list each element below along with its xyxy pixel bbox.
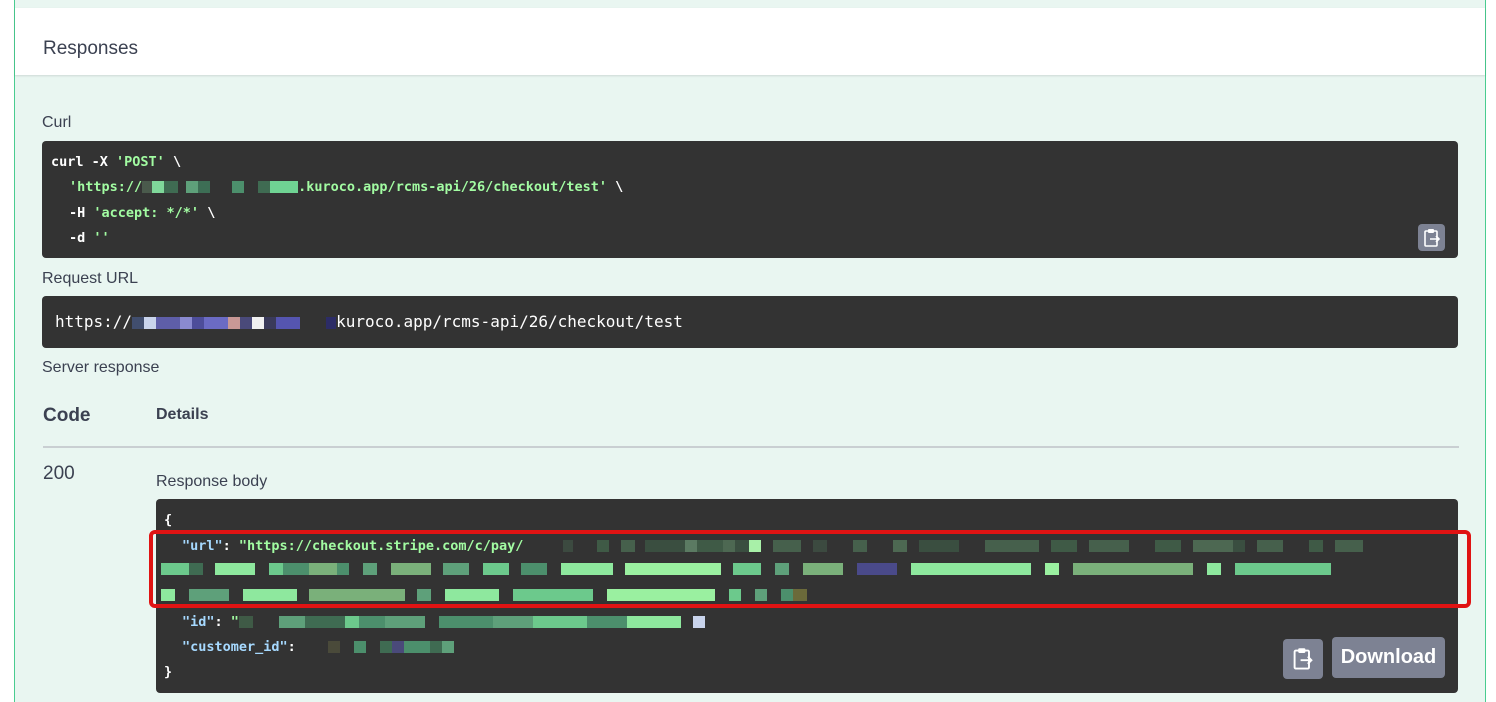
highlight-annotation-box [149,530,1471,608]
curl-header-value: 'accept: */*' [93,205,200,221]
responses-panel: Responses Curl curl -X 'POST' \ 'https:/… [14,0,1486,702]
line-continuation: \ [199,205,216,221]
curl-header-flag: -H [69,205,94,221]
copy-response-button[interactable] [1283,639,1323,679]
request-url-text: https:// kuroco.app/rcms-api/26/checkout/… [55,312,683,331]
request-url-suffix: kuroco.app/rcms-api/26/checkout/test [336,312,683,331]
curl-code-block[interactable]: curl -X 'POST' \ 'https:// .kuroco.app/rc… [42,141,1458,258]
clipboard-icon [1423,228,1440,247]
line-continuation: \ [607,179,624,195]
curl-line-4: -d '' [69,230,110,246]
response-body-label: Response body [156,473,268,490]
curl-line-1: curl -X 'POST' \ [51,154,181,170]
copy-curl-button[interactable] [1418,224,1445,251]
redacted-host [132,312,337,331]
request-url-prefix: https:// [55,312,133,331]
json-customer-line: "customer_id": [182,639,454,655]
details-column-header: Details [156,406,209,423]
curl-data-flag: -d [69,230,94,246]
curl-line-3: -H 'accept: */*' \ [69,205,215,221]
request-url-block[interactable]: https:// kuroco.app/rcms-api/26/checkout/… [42,296,1458,348]
redacted-host [142,179,299,195]
redacted-id [238,614,705,630]
curl-command: curl -X [51,154,117,170]
json-id-value: " [230,614,239,630]
json-open-brace: { [164,512,173,528]
curl-data-value: '' [93,230,110,246]
code-column-header: Code [43,405,91,426]
request-url-label: Request URL [42,270,139,287]
responses-header: Responses [15,8,1485,75]
json-close-brace: } [164,664,173,680]
server-response-label: Server response [42,359,160,376]
json-colon: : [287,639,304,655]
clipboard-icon [1293,648,1313,670]
curl-url-prefix: 'https:// [69,179,143,195]
json-colon: : [214,614,231,630]
curl-method: 'POST' [116,154,165,170]
responses-title: Responses [43,38,139,59]
table-divider [43,446,1459,448]
curl-line-2: 'https:// .kuroco.app/rcms-api/26/checkou… [69,179,623,195]
redacted-customer-id [303,639,454,655]
json-id-line: "id": " [182,614,705,630]
json-customer-key: "customer_id" [182,639,288,655]
line-continuation: \ [164,154,182,170]
response-status-code: 200 [43,463,75,484]
curl-url-suffix: .kuroco.app/rcms-api/26/checkout/test' [298,179,608,195]
curl-label: Curl [42,114,72,131]
json-id-key: "id" [182,614,215,630]
download-button[interactable]: Download [1332,637,1445,678]
